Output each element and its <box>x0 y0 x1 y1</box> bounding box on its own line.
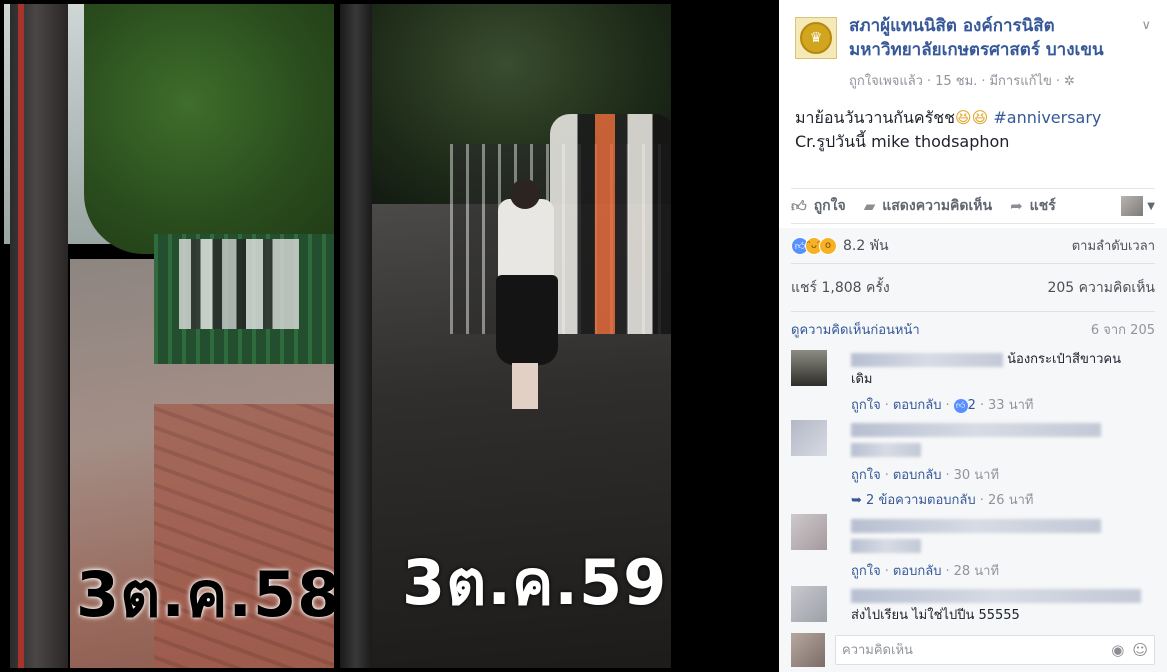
thumbs-up-icon: 👍︎ <box>791 196 807 215</box>
speech-bubble-icon: ▰ <box>863 197 876 215</box>
comment-field-box[interactable]: ◉ ☺ <box>835 635 1155 665</box>
hashtag-link[interactable]: #anniversary <box>993 108 1101 127</box>
globe-icon: ✲ <box>1064 74 1075 89</box>
blurred-comment-text <box>851 442 921 457</box>
comment-actions: ถูกใจ · ตอบกลับ · 👍︎ 2 · 33 นาที <box>851 398 1034 413</box>
photo-2016: 3ต.ค.59 <box>340 4 671 668</box>
comment-visible-text: น้องกระเป๋าสีขาวคน <box>1007 352 1122 367</box>
replies-count[interactable]: 2 ข้อความตอบกลับ <box>866 493 976 508</box>
reactions-row: 👍︎ ᵔᴗᵔ o 8.2 พัน ตามลำดับเวลา <box>791 228 1155 264</box>
previous-comments-row: ดูความคิดเห็นก่อนหน้า 6 จาก 205 <box>791 312 1155 340</box>
post-time[interactable]: 15 ชม. <box>935 74 977 89</box>
comment-like-link[interactable]: ถูกใจ <box>851 564 881 579</box>
comment-input[interactable] <box>842 642 1106 658</box>
comments-count-link[interactable]: 205 ความคิดเห็น <box>1047 277 1155 299</box>
comment-item: น้องกระเป๋าสีขาวคน เดิม ถูกใจ · ตอบกลับ · 👍︎… <box>791 344 1155 413</box>
replies-time: 26 นาที <box>988 493 1034 508</box>
comment-reaction-count[interactable]: 2 <box>968 398 976 413</box>
share-as-avatar[interactable] <box>1121 196 1144 216</box>
comment-text <box>851 416 1155 460</box>
post-action-bar: 👍︎ ถูกใจ ▰ แสดงความคิดเห็น ➦ แชร์ ▼ <box>791 188 1155 224</box>
page-name-link[interactable]: สภาผู้แทนนิสิต องค์การนิสิต มหาวิทยาลัยเ… <box>849 14 1139 62</box>
like-label: ถูกใจ <box>813 198 846 214</box>
share-button[interactable]: ➦ แชร์ <box>1010 195 1056 217</box>
photo-students <box>179 239 299 329</box>
post-body: มาย้อนวันวานกันครัชช😆😆 #anniversary Cr.ร… <box>779 96 1167 188</box>
comment-visible-text-2: เดิม <box>851 372 873 387</box>
blurred-comment-text <box>851 518 1101 533</box>
photo-pole-stripe <box>18 4 24 668</box>
wow-reaction-icon: o <box>819 236 837 255</box>
photo-caption-right: 3ต.ค.59 <box>402 546 668 619</box>
comment-time[interactable]: 33 นาที <box>988 398 1033 413</box>
share-arrow-icon: ➦ <box>1010 197 1023 215</box>
view-replies-link[interactable]: ➥ 2 ข้อความตอบกลับ · 26 นาที <box>851 489 1155 510</box>
post-text-line2: Cr.รูปวันนี้ mike thodsaphon <box>795 132 1010 151</box>
share-label: แชร์ <box>1029 198 1056 214</box>
comment-item: ถูกใจ · ตอบกลับ · 30 นาที ➥ 2 ข้อความตอบกลับ… <box>791 416 1155 512</box>
like-reaction-icon: 👍︎ <box>953 398 968 413</box>
comment-text: ส่งไปเรียน ไม่ใช่ไปปีน 55555 <box>851 584 1155 624</box>
blurred-comment-text <box>851 422 1101 437</box>
comments-section: 👍︎ ᵔᴗᵔ o 8.2 พัน ตามลำดับเวลา แชร์ 1,808… <box>779 228 1167 672</box>
current-user-avatar <box>791 633 825 667</box>
post-panel: ♛ สภาผู้แทนนิสิต องค์การนิสิต มหาวิทยาลั… <box>779 0 1167 672</box>
comment-actions: ถูกใจ · ตอบกลับ · 30 นาที <box>851 468 1000 483</box>
shares-count-link[interactable]: แชร์ 1,808 ครั้ง <box>791 277 890 299</box>
chevron-down-icon[interactable]: ∨ <box>1141 18 1151 33</box>
photo-students <box>550 114 671 334</box>
comment-visible-text: ส่งไปเรียน ไม่ใช่ไปปีน 55555 <box>851 608 1020 623</box>
blurred-comment-text <box>851 538 921 553</box>
blurred-commenter-name <box>851 588 1141 603</box>
comment-reply-link[interactable]: ตอบกลับ <box>893 564 942 579</box>
commenter-avatar[interactable] <box>791 350 827 386</box>
post-meta: ถูกใจเพจแล้ว · 15 ชม. · มีการแก้ไข · ✲ <box>849 74 1075 89</box>
commenter-avatar[interactable] <box>791 586 827 622</box>
view-previous-comments-link[interactable]: ดูความคิดเห็นก่อนหน้า <box>791 319 920 340</box>
post-text-line1: มาย้อนวันวานกันครัชช <box>795 108 955 127</box>
comment-actions: ถูกใจ · ตอบกลับ · 28 นาที <box>851 564 1000 579</box>
comment-item: ถูกใจ · ตอบกลับ · 28 นาที <box>791 512 1155 584</box>
comment-text: น้องกระเป๋าสีขาวคน เดิม <box>851 344 1155 390</box>
comment-like-link[interactable]: ถูกใจ <box>851 398 881 413</box>
photo-caption-left: 3ต.ค.58 <box>76 558 334 631</box>
blurred-commenter-name <box>851 352 1003 367</box>
post-header: ♛ สภาผู้แทนนิสิต องค์การนิสิต มหาวิทยาลั… <box>779 0 1167 96</box>
reaction-count[interactable]: 8.2 พัน <box>843 235 889 257</box>
page-avatar[interactable]: ♛ <box>795 17 837 59</box>
photo-pole <box>340 4 372 668</box>
sort-order-dropdown[interactable]: ตามลำดับเวลา <box>1072 235 1155 256</box>
comment-composer: ◉ ☺ <box>791 630 1155 670</box>
comment-text <box>851 512 1155 556</box>
comment-item: ส่งไปเรียน ไม่ใช่ไปปีน 55555 <box>791 584 1155 624</box>
liked-page-label[interactable]: ถูกใจเพจแล้ว <box>849 74 923 89</box>
comment-button[interactable]: ▰ แสดงความคิดเห็น <box>864 195 992 217</box>
commenter-avatar[interactable] <box>791 420 827 456</box>
photo-2015: 3ต.ค.58 <box>4 4 334 668</box>
comment-time[interactable]: 28 นาที <box>954 564 999 579</box>
reaction-icons[interactable]: 👍︎ ᵔᴗᵔ o <box>791 236 837 255</box>
page-logo-icon: ♛ <box>800 22 832 54</box>
comment-like-link[interactable]: ถูกใจ <box>851 468 881 483</box>
reply-arrow-icon: ➥ <box>851 493 862 508</box>
smiley-icon[interactable]: ☺ <box>1132 641 1148 659</box>
photo-viewer[interactable]: 3ต.ค.58 3ต.ค.59 <box>0 0 778 672</box>
commenter-avatar[interactable] <box>791 514 827 550</box>
comment-reply-link[interactable]: ตอบกลับ <box>893 398 942 413</box>
edited-label[interactable]: มีการแก้ไข <box>989 74 1051 89</box>
laughing-emoji: 😆😆 <box>954 108 989 127</box>
caret-down-icon[interactable]: ▼ <box>1147 201 1155 212</box>
like-button[interactable]: 👍︎ ถูกใจ <box>791 195 846 217</box>
camera-icon[interactable]: ◉ <box>1111 641 1124 659</box>
comment-reply-link[interactable]: ตอบกลับ <box>893 468 942 483</box>
stats-row: แชร์ 1,808 ครั้ง 205 ความคิดเห็น <box>791 264 1155 312</box>
comment-label: แสดงความคิดเห็น <box>882 198 993 214</box>
photo-student-walking <box>490 179 560 409</box>
photo-trees <box>84 4 334 254</box>
comments-shown-count: 6 จาก 205 <box>1090 323 1155 338</box>
comment-time[interactable]: 30 นาที <box>954 468 999 483</box>
